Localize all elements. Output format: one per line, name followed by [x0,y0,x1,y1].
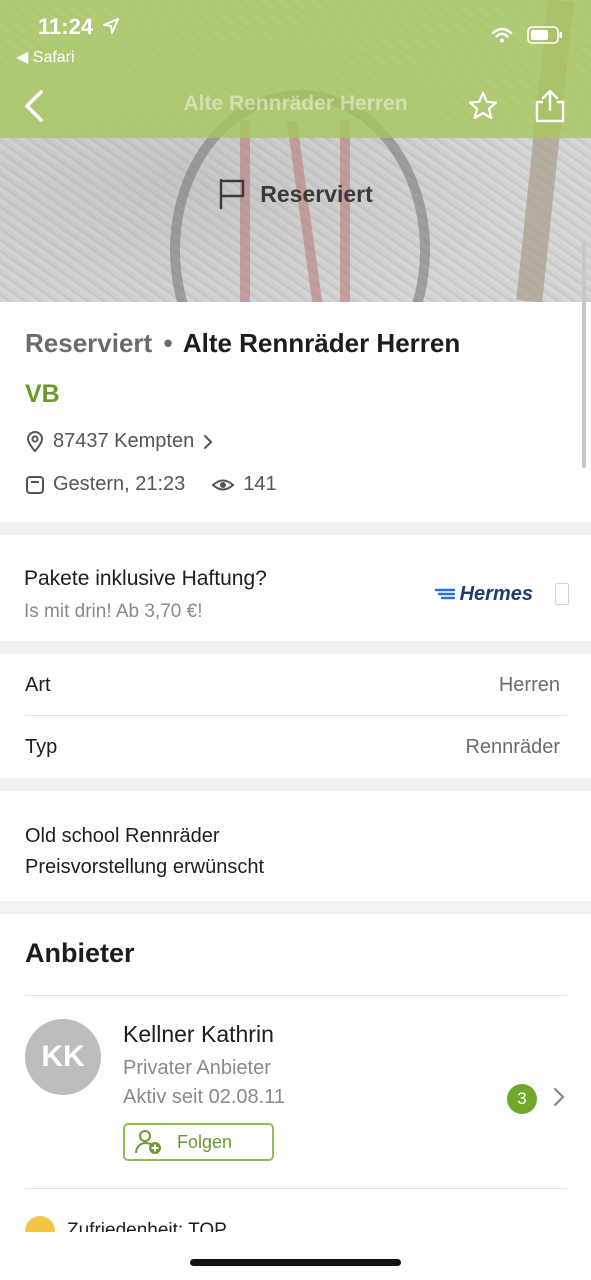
listing-location: 87437 Kempten [53,430,195,452]
satisfaction-text: Zufriedenheit: TOP [67,1220,227,1241]
status-time: 11:24 [38,14,94,39]
share-icon [535,89,565,123]
add-user-icon [135,1130,161,1154]
listing-price: VB [25,380,60,408]
listing-title-line: Reserviert • Alte Rennräder Herren [25,328,460,359]
seller-ad-count-badge: 3 [507,1084,537,1114]
promo-title: Pakete inklusive Haftung? [24,567,267,590]
promo-subtitle: Is mit drin! Ab 3,70 €! [24,601,203,622]
flag-icon [220,178,245,210]
description-text: Old school Rennräder Preisvorstellung er… [25,821,264,883]
chevron-right-icon [553,1087,565,1107]
description-line: Old school Rennräder [25,825,220,847]
attribute-value: Rennräder [465,735,560,758]
listing-title: Alte Rennräder Herren [182,328,461,358]
satisfaction-row: Zufriedenheit: TOP [25,1216,227,1241]
hermes-logo: Hermes [434,583,533,606]
reserved-banner: Reserviert [0,178,591,210]
attribute-row: Typ Rennräder [25,716,567,778]
calendar-icon [26,475,44,494]
attribute-row: Art Herren [25,654,567,716]
shipping-promo-card[interactable]: Pakete inklusive Haftung? Is mit drin! A… [0,535,591,641]
chevron-right-icon [204,434,213,449]
follow-label: Folgen [177,1131,233,1152]
location-arrow-icon [103,18,119,34]
avatar: KK [25,1019,101,1095]
favorite-button[interactable] [463,86,503,126]
listing-status: Reserviert [25,328,153,358]
scrollbar[interactable] [582,240,586,468]
promo-image-placeholder [555,583,569,605]
seller-section-title: Anbieter [25,938,135,968]
divider [25,1188,567,1189]
battery-icon [527,26,562,44]
seller-type: Privater Anbieter [123,1057,271,1079]
back-triangle-icon: ◀ [16,49,29,66]
map-pin-icon [26,430,44,452]
hermes-brand: Hermes [459,583,533,605]
attribute-label: Typ [25,735,58,758]
eye-icon [211,479,235,490]
back-app-label: Safari [32,49,75,66]
attribute-label: Art [25,673,51,696]
satisfaction-badge-icon [25,1216,55,1232]
back-to-app[interactable]: ◀ Safari [16,47,75,67]
star-icon [468,91,498,120]
location-link[interactable]: 87437 Kempten [25,430,214,453]
title-separator: • [163,328,173,358]
listing-date: Gestern, 21:23 [53,473,186,495]
description-card: Old school Rennräder Preisvorstellung er… [0,791,591,901]
attribute-value: Herren [498,673,560,696]
seller-active-since: Aktiv seit 02.08.11 [123,1086,285,1108]
wifi-icon [491,27,513,43]
hermes-speed-lines-icon [434,588,455,599]
home-indicator[interactable] [190,1259,401,1266]
reserved-banner-text: Reserviert [260,180,373,207]
seller-card: Anbieter KK Kellner Kathrin Privater Anb… [0,914,591,1280]
follow-button[interactable]: Folgen [123,1123,274,1161]
share-button[interactable] [530,86,570,126]
attributes-card: Art Herren Typ Rennräder [0,654,591,778]
listing-views: 141 [243,473,277,495]
listing-info-card: Reserviert • Alte Rennräder Herren VB 87… [0,302,591,522]
listing-meta: Gestern, 21:23 141 [25,473,277,496]
description-line: Preisvorstellung erwünscht [25,856,264,878]
seller-profile-link[interactable] [0,996,591,1186]
seller-name: Kellner Kathrin [123,1021,274,1047]
status-icons [491,26,563,44]
